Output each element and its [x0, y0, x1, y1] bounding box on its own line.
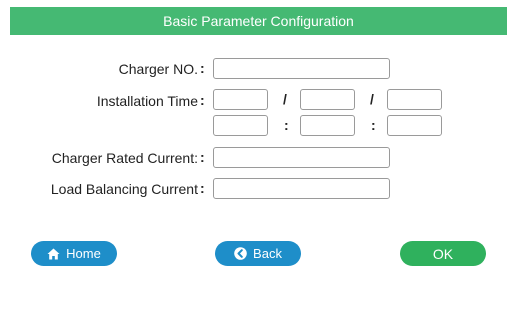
charger-no-label: Charger NO.: [118, 61, 198, 77]
day-field[interactable]: [387, 89, 442, 110]
minute-field[interactable]: [300, 115, 355, 136]
back-button[interactable]: Back: [215, 241, 301, 266]
time-separator: :: [284, 117, 289, 133]
time-separator: :: [371, 117, 376, 133]
date-separator: /: [283, 91, 287, 107]
second-field[interactable]: [387, 115, 442, 136]
date-separator: /: [370, 91, 374, 107]
year-field[interactable]: [213, 89, 268, 110]
month-field[interactable]: [300, 89, 355, 110]
back-arrow-icon: [234, 247, 247, 260]
back-button-label: Back: [253, 246, 282, 261]
installation-time-colon: :: [200, 92, 205, 108]
home-icon: [47, 248, 60, 260]
load-balancing-colon: :: [200, 180, 205, 196]
rated-current-label: Charger Rated Current:: [51, 150, 198, 166]
hour-field[interactable]: [213, 115, 268, 136]
installation-time-label: Installation Time: [96, 93, 198, 109]
ok-button-label: OK: [432, 245, 454, 262]
rated-current-colon: :: [200, 149, 205, 165]
page-title: Basic Parameter Configuration: [10, 7, 507, 35]
rated-current-input[interactable]: [213, 147, 390, 168]
ok-button[interactable]: OK: [400, 241, 486, 266]
load-balancing-input[interactable]: [213, 178, 390, 199]
charger-no-colon: :: [200, 60, 205, 76]
home-button[interactable]: Home: [31, 241, 117, 266]
home-button-label: Home: [66, 246, 101, 261]
load-balancing-label: Load Balancing Current: [50, 181, 198, 197]
charger-no-input[interactable]: [213, 58, 390, 79]
